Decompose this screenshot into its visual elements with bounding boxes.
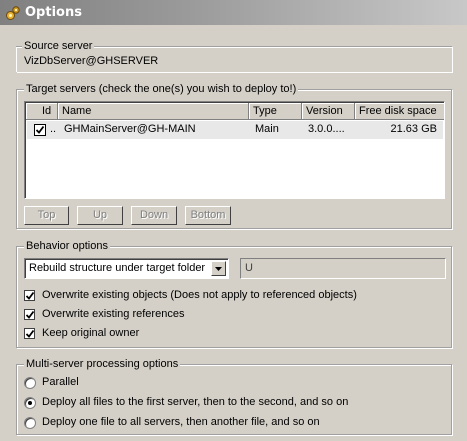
server-by-server-label: Deploy all files to the first server, th… [42, 396, 349, 408]
checkmark-icon [25, 329, 35, 338]
row-free-space: 21.63 GB [390, 123, 437, 135]
move-top-button[interactable]: Top [24, 206, 69, 225]
row-checkbox[interactable] [34, 124, 46, 136]
move-up-button[interactable]: Up [77, 206, 123, 225]
behavior-options-label: Behavior options [24, 239, 110, 253]
multi-server-label: Multi-server processing options [24, 357, 181, 371]
title-bar: Options [0, 0, 467, 25]
parallel-label: Parallel [42, 376, 79, 388]
radio-selected-dot [28, 401, 32, 405]
file-by-file-label: Deploy one file to all servers, then ano… [42, 416, 320, 428]
table-row[interactable]: .. GHMainServer@GH-MAIN Main 3.0.0.... 2… [27, 121, 443, 139]
target-servers-list[interactable]: Id Name Type Version Free disk space .. … [24, 101, 445, 199]
structure-mode-select[interactable]: Rebuild structure under target folder [24, 258, 229, 279]
overwrite-objects-label: Overwrite existing objects (Does not app… [42, 289, 357, 301]
server-by-server-radio[interactable] [24, 397, 36, 409]
column-header-name[interactable]: Name [58, 103, 249, 120]
overwrite-references-checkbox[interactable] [24, 309, 35, 320]
source-server-value: VizDbServer@GHSERVER [24, 55, 159, 67]
checkmark-icon [25, 310, 35, 319]
gears-icon [6, 6, 20, 20]
chevron-down-icon[interactable] [211, 261, 226, 276]
column-header-free-space[interactable]: Free disk space [355, 103, 444, 120]
keep-owner-label: Keep original owner [42, 327, 140, 339]
target-folder-field[interactable]: U [240, 258, 446, 279]
move-bottom-button[interactable]: Bottom [185, 206, 231, 225]
move-down-button[interactable]: Down [131, 206, 177, 225]
column-header-id[interactable]: Id [26, 103, 58, 120]
row-id: .. [50, 123, 57, 135]
file-by-file-radio[interactable] [24, 417, 36, 429]
column-header-version[interactable]: Version [302, 103, 355, 120]
structure-mode-value: Rebuild structure under target folder [29, 262, 206, 274]
checkmark-icon [35, 125, 45, 134]
row-version: 3.0.0.... [308, 123, 345, 135]
list-header: Id Name Type Version Free disk space [26, 103, 444, 120]
row-name: GHMainServer@GH-MAIN [64, 123, 196, 135]
window-title: Options [25, 5, 82, 20]
column-header-type[interactable]: Type [249, 103, 302, 120]
target-servers-label: Target servers (check the one(s) you wis… [24, 82, 299, 96]
overwrite-objects-checkbox[interactable] [24, 290, 35, 301]
parallel-radio[interactable] [24, 377, 36, 389]
source-server-label: Source server [22, 39, 95, 53]
target-folder-value: U [245, 262, 253, 274]
overwrite-references-label: Overwrite existing references [42, 308, 185, 320]
checkmark-icon [25, 291, 35, 300]
keep-owner-checkbox[interactable] [24, 328, 35, 339]
row-type: Main [255, 123, 279, 135]
